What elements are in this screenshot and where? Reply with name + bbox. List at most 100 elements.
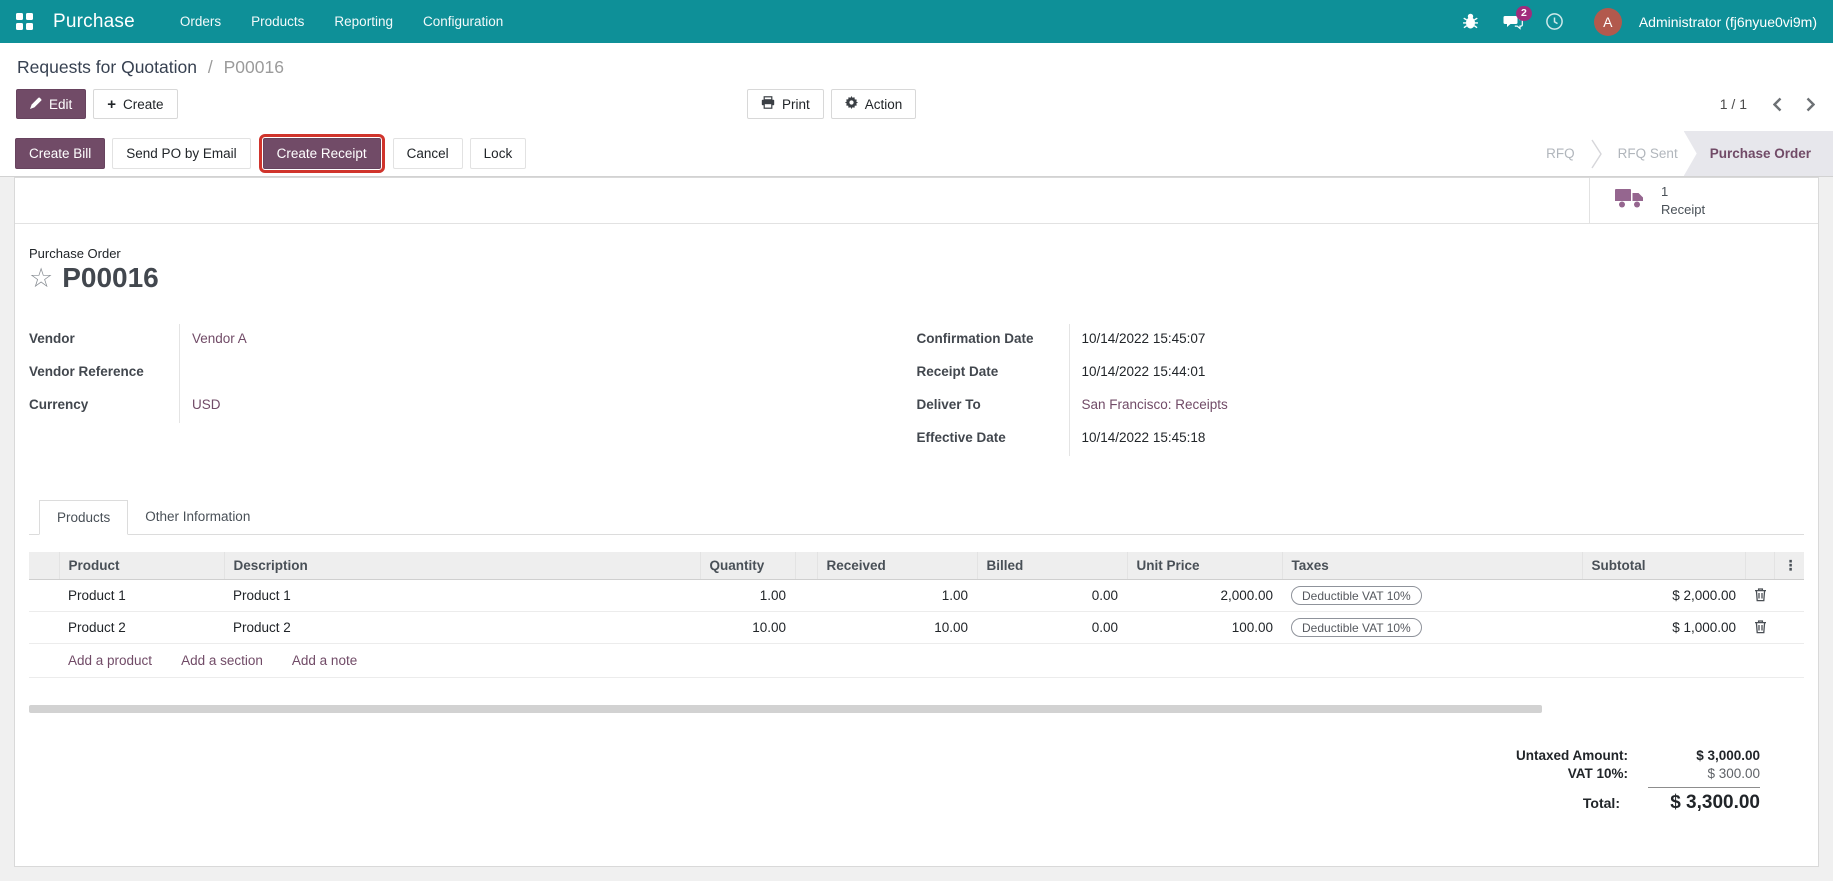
main-menu: Orders Products Reporting Configuration bbox=[165, 0, 518, 43]
vendor-link[interactable]: Vendor A bbox=[180, 324, 247, 357]
cell-subtotal: $ 1,000.00 bbox=[1582, 611, 1745, 644]
tab-products[interactable]: Products bbox=[39, 500, 129, 535]
user-avatar[interactable]: A bbox=[1593, 7, 1622, 36]
create-button[interactable]: + Create bbox=[93, 89, 178, 119]
field-groups: Vendor Vendor A Vendor Reference Currenc… bbox=[29, 324, 1804, 456]
column-quantity[interactable]: Quantity bbox=[699, 552, 795, 580]
sheet-body: Purchase Order ☆ P00016 Vendor Vendor A … bbox=[15, 224, 1818, 817]
order-lines-table: Product Description Quantity Received Bi… bbox=[29, 552, 1804, 678]
top-navbar: Purchase Orders Products Reporting Confi… bbox=[0, 0, 1833, 43]
menu-products[interactable]: Products bbox=[236, 0, 319, 43]
status-widget: RFQ RFQ Sent Purchase Order bbox=[1530, 131, 1833, 176]
delete-row-icon[interactable] bbox=[1754, 587, 1767, 602]
cell-description[interactable]: Product 2 bbox=[224, 611, 700, 644]
breadcrumb-parent[interactable]: Requests for Quotation bbox=[17, 57, 197, 77]
menu-configuration[interactable]: Configuration bbox=[408, 0, 518, 43]
field-confirmation-date: Confirmation Date 10/14/2022 15:45:07 bbox=[917, 324, 1805, 357]
notebook: Products Other Information Product Descr… bbox=[29, 500, 1804, 817]
total-row: Total: $ 3,300.00 bbox=[1582, 792, 1760, 813]
tax-badge[interactable]: Deductible VAT 10% bbox=[1291, 586, 1422, 605]
create-receipt-button[interactable]: Create Receipt bbox=[258, 134, 385, 173]
table-row[interactable]: Product 1 Product 1 1.00 1.00 0.00 2,000… bbox=[29, 579, 1804, 612]
cell-billed[interactable]: 0.00 bbox=[977, 579, 1127, 612]
debug-bug-icon[interactable] bbox=[1454, 5, 1488, 39]
trash-column bbox=[1744, 552, 1774, 580]
column-product[interactable]: Product bbox=[58, 552, 224, 580]
tax-badge[interactable]: Deductible VAT 10% bbox=[1291, 618, 1422, 637]
action-button[interactable]: Action bbox=[830, 89, 917, 119]
statusbar-buttons: Create Bill Send PO by Email Create Rece… bbox=[15, 134, 533, 173]
cell-received[interactable]: 1.00 bbox=[817, 579, 977, 612]
table-footer-links-row: Add a product Add a section Add a note bbox=[29, 643, 1804, 678]
status-step-purchase-order[interactable]: Purchase Order bbox=[1683, 131, 1833, 176]
add-a-section-link[interactable]: Add a section bbox=[181, 653, 263, 668]
print-action-group: Print Action bbox=[747, 89, 917, 119]
untaxed-amount-value: $ 3,000.00 bbox=[1696, 748, 1760, 763]
currency-link[interactable]: USD bbox=[180, 390, 221, 423]
optional-columns-icon[interactable]: ⋮ bbox=[1773, 552, 1804, 580]
page-title: P00016 bbox=[62, 262, 159, 293]
cell-product[interactable]: Product 2 bbox=[59, 611, 224, 644]
gear-icon bbox=[844, 96, 858, 112]
breadcrumb-current: P00016 bbox=[223, 57, 284, 77]
cell-taxes: Deductible VAT 10% bbox=[1282, 611, 1582, 644]
vat-value: $ 300.00 bbox=[1707, 766, 1760, 781]
action-buttons-row: Edit + Create Print Action 1 / 1 bbox=[0, 89, 1833, 119]
statusbar: Create Bill Send PO by Email Create Rece… bbox=[0, 131, 1833, 177]
pager-count: 1 / 1 bbox=[1719, 96, 1747, 112]
table-row[interactable]: Product 2 Product 2 10.00 10.00 0.00 100… bbox=[29, 611, 1804, 644]
cell-quantity[interactable]: 10.00 bbox=[700, 611, 795, 644]
deliver-to-link[interactable]: San Francisco: Receipts bbox=[1070, 390, 1228, 423]
cell-received[interactable]: 10.00 bbox=[817, 611, 977, 644]
create-bill-button[interactable]: Create Bill bbox=[15, 138, 106, 169]
pager: 1 / 1 bbox=[1720, 89, 1815, 119]
message-count-badge: 2 bbox=[1515, 5, 1532, 21]
add-a-note-link[interactable]: Add a note bbox=[292, 653, 357, 668]
cell-product[interactable]: Product 1 bbox=[59, 579, 224, 612]
pencil-icon bbox=[30, 97, 42, 112]
apps-menu-icon[interactable] bbox=[16, 13, 33, 30]
vat-row: VAT 10%: $ 300.00 bbox=[1567, 766, 1760, 781]
cell-description[interactable]: Product 1 bbox=[224, 579, 700, 612]
pager-previous-icon[interactable] bbox=[1773, 97, 1782, 112]
favorite-star-icon[interactable]: ☆ bbox=[29, 264, 53, 292]
menu-reporting[interactable]: Reporting bbox=[319, 0, 408, 43]
column-billed[interactable]: Billed bbox=[976, 552, 1127, 580]
add-a-product-link[interactable]: Add a product bbox=[68, 653, 152, 668]
status-step-rfq-sent[interactable]: RFQ Sent bbox=[1602, 131, 1694, 176]
send-po-by-email-button[interactable]: Send PO by Email bbox=[112, 138, 251, 169]
messages-icon[interactable]: 2 bbox=[1496, 5, 1532, 39]
plus-icon: + bbox=[107, 95, 117, 113]
column-description[interactable]: Description bbox=[223, 552, 700, 580]
delete-row-icon[interactable] bbox=[1754, 619, 1767, 634]
odoo-purchase-app: Purchase Orders Products Reporting Confi… bbox=[0, 0, 1833, 881]
receipt-smart-button[interactable]: 1 Receipt bbox=[1589, 178, 1818, 223]
status-step-rfq[interactable]: RFQ bbox=[1530, 131, 1591, 176]
cancel-button[interactable]: Cancel bbox=[392, 138, 463, 169]
vendor-reference-value[interactable] bbox=[180, 357, 192, 390]
field-effective-date: Effective Date 10/14/2022 15:45:18 bbox=[917, 423, 1805, 456]
cell-unit-price[interactable]: 100.00 bbox=[1127, 611, 1282, 644]
status-chevron-icon bbox=[1591, 139, 1602, 169]
field-receipt-date: Receipt Date 10/14/2022 15:44:01 bbox=[917, 357, 1805, 390]
column-subtotal[interactable]: Subtotal bbox=[1581, 552, 1745, 580]
receipt-label: Receipt bbox=[1661, 201, 1706, 217]
lock-button[interactable]: Lock bbox=[469, 138, 527, 169]
column-unit-price[interactable]: Unit Price bbox=[1126, 552, 1282, 580]
totals-divider bbox=[1648, 787, 1760, 788]
navbar-systray: 2 A Administrator (fj6nyue0vi9m) bbox=[1454, 5, 1817, 39]
user-name[interactable]: Administrator (fj6nyue0vi9m) bbox=[1639, 14, 1817, 30]
activities-clock-icon[interactable] bbox=[1538, 5, 1572, 39]
cell-unit-price[interactable]: 2,000.00 bbox=[1127, 579, 1282, 612]
app-name[interactable]: Purchase bbox=[53, 11, 135, 33]
print-button[interactable]: Print bbox=[747, 89, 824, 119]
horizontal-scrollbar[interactable] bbox=[29, 705, 1542, 713]
cell-quantity[interactable]: 1.00 bbox=[700, 579, 795, 612]
edit-button[interactable]: Edit bbox=[16, 89, 87, 119]
cell-billed[interactable]: 0.00 bbox=[977, 611, 1127, 644]
tab-other-information[interactable]: Other Information bbox=[128, 500, 267, 534]
column-taxes[interactable]: Taxes bbox=[1281, 552, 1582, 580]
column-received[interactable]: Received bbox=[816, 552, 977, 580]
pager-next-icon[interactable] bbox=[1806, 97, 1815, 112]
menu-orders[interactable]: Orders bbox=[165, 0, 236, 43]
